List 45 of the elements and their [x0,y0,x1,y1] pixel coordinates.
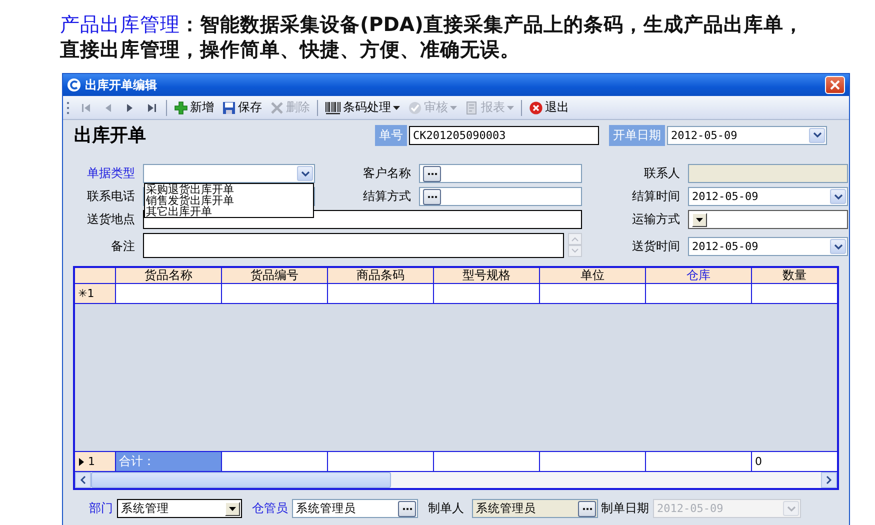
column-header[interactable]: 型号规格 [434,268,540,284]
row-header: ✳1 [75,284,116,304]
table-cell: 合计： [116,451,222,472]
field-label: 制单日期 [601,500,649,517]
order-number-field[interactable]: CK201205090003 [409,126,599,144]
field-label: 联系电话 [86,188,135,205]
toolbar-button[interactable]: 条码处理 [322,98,403,118]
dropdown-option[interactable]: 采购退货出库开单 [146,184,312,195]
field-label: 客户名称 [362,165,411,182]
field-label: 结算时间 [631,188,680,205]
field-label: 联系人 [643,165,680,182]
field-label: 送货时间 [631,238,680,255]
heading-text: 产品出库管理：智能数据采集设备(PDA)直接采集产品上的条码，生成产品出库单，直接出库管理，操作简单、快捷、方便、准确无误。 [60,12,804,62]
dropdown-option[interactable]: 其它出库开单 [146,206,312,217]
date-field[interactable]: 2012-05-09 [688,237,848,256]
field-label: 运输方式 [631,211,680,228]
field-label: 单据类型 [86,165,135,182]
field-label: 备注 [110,238,135,255]
column-header[interactable]: 仓库 [646,268,752,284]
column-header[interactable]: 数量 [752,268,837,284]
toolbar-button[interactable]: 保存 [219,98,265,118]
order-date-label: 开单日期 [609,124,665,146]
form-title: 出库开单 [73,124,146,147]
column-header[interactable]: 货品名称 [116,268,222,284]
field-label: 送货地点 [86,211,135,228]
column-header[interactable]: 货品编号 [222,268,328,284]
lookup-field[interactable]: 系统管理员 [472,499,598,518]
window-title: 出库开单编辑 [85,76,157,94]
column-header[interactable]: 商品条码 [328,268,434,284]
dropdown-option[interactable]: 销售发货出库开单 [146,195,312,206]
field-label: 部门 [89,500,113,517]
field-label: 结算方式 [362,188,411,205]
toolbar-button[interactable]: 退出 [526,98,572,118]
combo-field[interactable]: 系统管理 [117,499,242,518]
row-number: 1 [88,454,95,470]
field-label: 制单人 [428,500,464,517]
table-cell: 0 [752,451,837,472]
date-field[interactable]: 2012-05-09 [688,187,848,206]
order-date-field[interactable]: 2012-05-09 [667,126,827,144]
lookup-field[interactable]: 系统管理员 [292,499,418,518]
toolbar-button[interactable]: 新增 [171,98,217,118]
date-field: 2012-05-09 [653,499,801,518]
order-number-label: 单号 [375,124,407,146]
field-label: 仓管员 [252,500,288,517]
column-header[interactable]: 单位 [540,268,646,284]
